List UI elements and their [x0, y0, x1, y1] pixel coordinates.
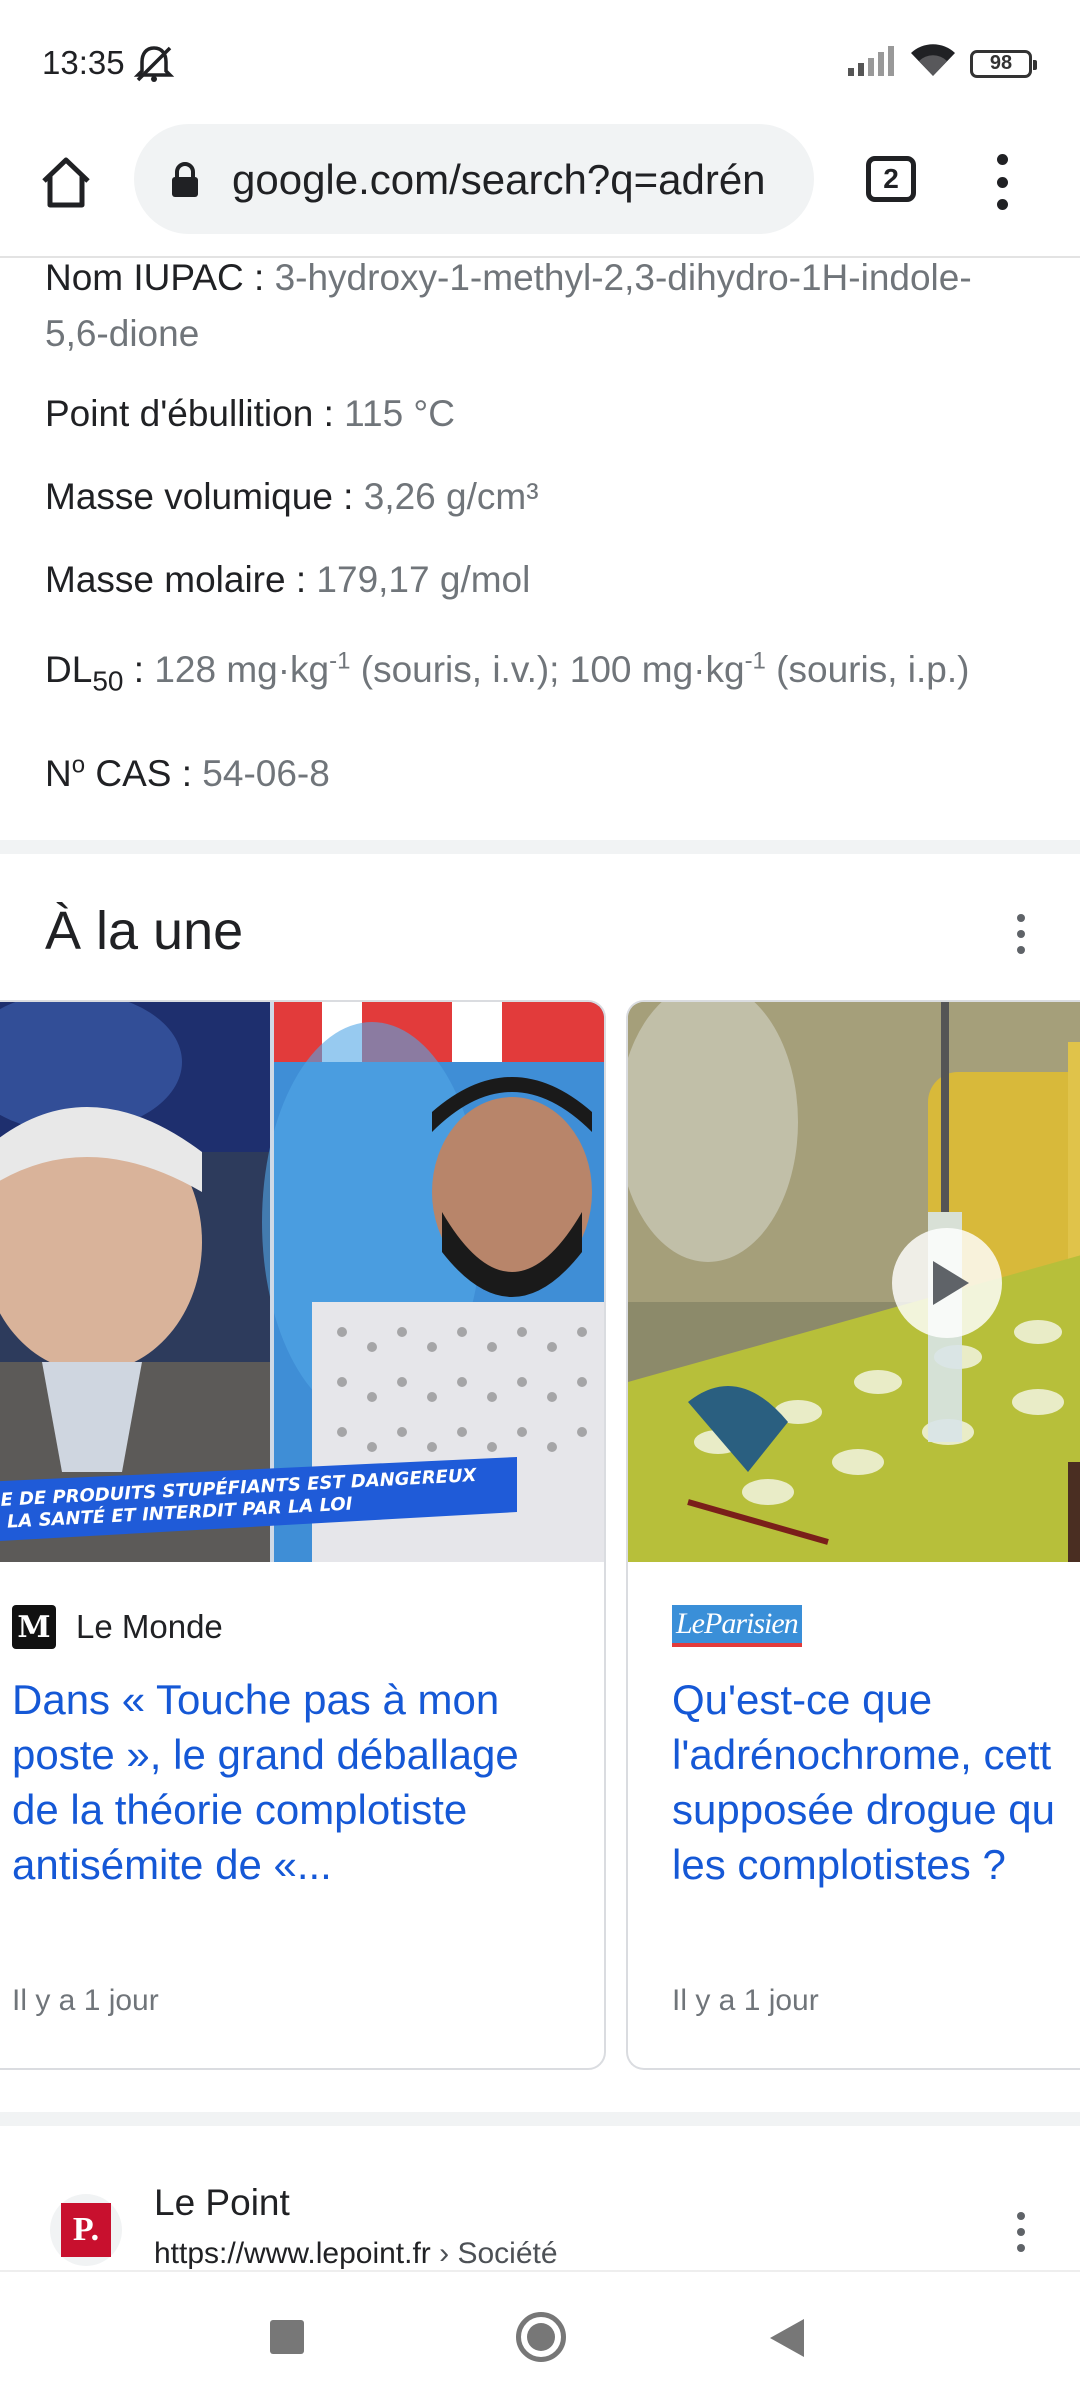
news-source: M Le Monde [12, 1605, 223, 1649]
result-url[interactable]: https://www.lepoint.fr › Société [154, 2237, 558, 2271]
news-thumbnail [628, 1002, 1080, 1562]
more-vert-icon[interactable] [1014, 2212, 1028, 2252]
fact-density: Masse volumique : 3,26 g/cm³ [45, 476, 539, 517]
lock-icon [170, 162, 200, 203]
fact-cas-number: No CAS : 54-06-8 [45, 751, 330, 794]
url-text: google.com/search?q=adrén [232, 156, 766, 203]
more-vert-icon[interactable] [1014, 914, 1028, 954]
news-age: Il y a 1 jour [12, 1984, 159, 2017]
play-icon[interactable] [892, 1228, 1002, 1338]
browser-toolbar: google.com/search?q=adrén 2 [0, 120, 1080, 258]
section-divider [0, 840, 1080, 854]
more-vert-icon[interactable] [986, 150, 1018, 214]
tab-switcher-button[interactable]: 2 [866, 156, 916, 202]
fact-boiling-point: Point d'ébullition : 115 °C [45, 393, 455, 434]
le-parisien-logo: LeParisien [672, 1605, 802, 1647]
fact-ld50: DL50 : 128 mg·kg-1 (souris, i.v.); 100 m… [45, 647, 970, 697]
news-card[interactable]: GE DE PRODUITS STUPÉFIANTS EST DANGEREUX… [0, 1000, 606, 2070]
clock: 13:35 [42, 44, 125, 81]
news-card[interactable]: LeParisien Qu'est-ce que l'adrénochrome,… [626, 1000, 1080, 2070]
wifi-icon [910, 44, 956, 83]
status-bar: 13:35 98 [0, 0, 1080, 120]
home-button[interactable] [34, 150, 98, 214]
home-icon [42, 157, 90, 208]
address-bar[interactable]: google.com/search?q=adrén [134, 124, 814, 234]
signal-icon [846, 46, 896, 81]
fact-molar-mass: Masse molaire : 179,17 g/mol [45, 559, 531, 600]
news-headline[interactable]: Dans « Touche pas à mon poste », le gran… [12, 1672, 572, 1892]
back-button[interactable] [770, 2319, 804, 2357]
source-name: Le Monde [76, 1608, 223, 1645]
news-source: LeParisien [672, 1605, 802, 1647]
recents-button[interactable] [270, 2320, 304, 2354]
news-thumbnail: GE DE PRODUITS STUPÉFIANTS EST DANGEREUX… [0, 1002, 604, 1562]
section-divider [0, 2112, 1080, 2126]
section-title: À la une [45, 901, 244, 961]
battery-icon: 98 [970, 49, 1037, 78]
fact-iupac: Nom IUPAC : 3-hydroxy-1-methyl-2,3-dihyd… [45, 257, 972, 354]
mute-icon [132, 44, 176, 89]
news-headline[interactable]: Qu'est-ce que l'adrénochrome, cett suppo… [672, 1672, 1080, 1892]
le-monde-logo: M [12, 1605, 56, 1649]
news-age: Il y a 1 jour [672, 1984, 819, 2017]
result-site-name[interactable]: Le Point [154, 2182, 290, 2224]
le-point-logo: P. [50, 2194, 122, 2266]
home-nav-button[interactable] [516, 2312, 566, 2362]
system-nav-bar [0, 2270, 1080, 2402]
